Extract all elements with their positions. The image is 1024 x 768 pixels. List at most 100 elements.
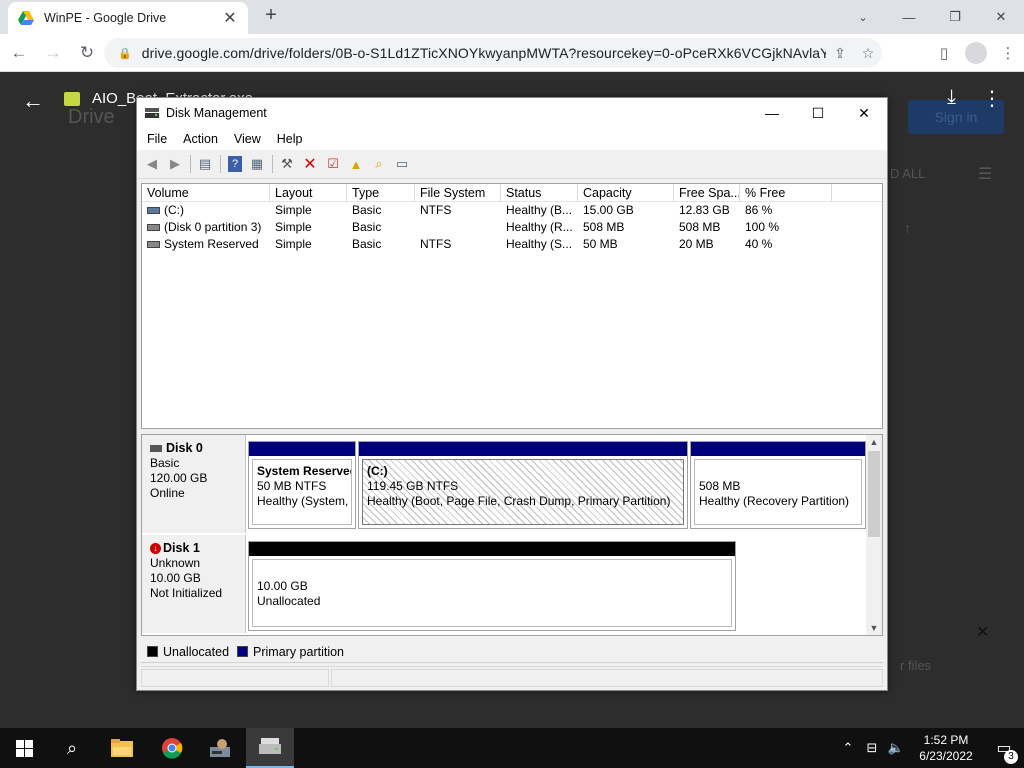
- toolbar-delete-icon[interactable]: ✕: [299, 153, 321, 175]
- volume-name: (Disk 0 partition 3): [164, 220, 262, 234]
- browser-tab[interactable]: WinPE - Google Drive ✕: [8, 2, 248, 34]
- toolbar-check-icon[interactable]: ☑: [322, 153, 344, 175]
- side-panel-icon[interactable]: ▯: [928, 38, 960, 68]
- download-all-text: D ALL: [890, 166, 926, 181]
- toolbar-options-icon[interactable]: ▭: [391, 153, 413, 175]
- dm-minimize-icon[interactable]: —: [749, 98, 795, 128]
- show-hidden-icons-icon[interactable]: ⌃: [836, 740, 860, 756]
- bookmark-star-icon[interactable]: ☆: [854, 45, 882, 62]
- disk-0-info[interactable]: Disk 0 Basic 120.00 GB Online: [142, 435, 246, 533]
- volume-list-pane: Volume Layout Type File System Status Ca…: [141, 183, 883, 429]
- partition-unallocated[interactable]: 10.00 GB Unallocated: [248, 541, 736, 631]
- notification-badge: 3: [1004, 750, 1018, 764]
- reload-icon[interactable]: ↻: [72, 38, 102, 68]
- layout-cell: Simple: [275, 203, 312, 217]
- scroll-up-icon[interactable]: ▲: [866, 437, 882, 447]
- toolbar-back-icon[interactable]: ◀: [141, 153, 163, 175]
- tab-close-icon[interactable]: ✕: [222, 8, 238, 28]
- toolbar-help-icon[interactable]: ?: [228, 156, 242, 172]
- toolbar-list-icon[interactable]: ▤: [194, 153, 216, 175]
- col-free-space[interactable]: Free Spa...: [674, 184, 740, 201]
- partition-c-drive[interactable]: (C:) 119.45 GB NTFS Healthy (Boot, Page …: [358, 441, 688, 529]
- tab-search-icon[interactable]: ⌄: [840, 0, 886, 34]
- col-type[interactable]: Type: [347, 184, 415, 201]
- toolbar-search-folder-icon[interactable]: ⌕: [368, 153, 390, 175]
- viewer-back-icon[interactable]: ←: [22, 88, 44, 114]
- volume-row[interactable]: (C:) Simple Basic NTFS Healthy (B... 15.…: [142, 202, 882, 219]
- system-tray: ⌃ ⊟ 🔈 1:52 PM 6/23/2022 ▭ 3: [836, 728, 1024, 768]
- disk-1-info[interactable]: ↓ Disk 1 Unknown 10.00 GB Not Initialized: [142, 535, 246, 633]
- admin-tool-icon[interactable]: [196, 728, 244, 768]
- back-icon[interactable]: ←: [4, 38, 34, 68]
- partition-bar: [359, 442, 687, 456]
- toolbar-forward-icon[interactable]: ▶: [164, 153, 186, 175]
- lock-icon[interactable]: 🔒: [118, 47, 132, 60]
- volume-row[interactable]: (Disk 0 partition 3) Simple Basic Health…: [142, 219, 882, 236]
- status-segment: [141, 669, 329, 687]
- url-text[interactable]: drive.google.com/drive/folders/0B-o-S1Ld…: [142, 45, 826, 61]
- disk-pane-scrollbar[interactable]: ▲ ▼: [866, 435, 882, 635]
- menu-file[interactable]: File: [141, 132, 173, 146]
- scroll-thumb[interactable]: [868, 451, 880, 537]
- legend-swatch-primary: [237, 646, 249, 657]
- col-volume[interactable]: Volume: [142, 184, 270, 201]
- menu-help[interactable]: Help: [271, 132, 309, 146]
- col-percent-free[interactable]: % Free: [740, 184, 832, 201]
- scroll-down-icon[interactable]: ▼: [866, 623, 882, 633]
- volume-cell: System Reserved: [142, 236, 270, 253]
- partition-bar: [249, 442, 355, 456]
- start-button[interactable]: [0, 728, 48, 768]
- clock[interactable]: 1:52 PM 6/23/2022: [908, 732, 984, 764]
- col-capacity[interactable]: Capacity: [578, 184, 674, 201]
- notification-center-icon[interactable]: ▭ 3: [984, 738, 1024, 764]
- tab-title: WinPE - Google Drive: [44, 11, 167, 25]
- close-icon[interactable]: ✕: [978, 0, 1024, 34]
- minimize-icon[interactable]: —: [886, 0, 932, 34]
- dm-maximize-icon[interactable]: ☐: [795, 98, 841, 128]
- new-tab-icon[interactable]: +: [260, 4, 282, 27]
- profile-avatar[interactable]: [965, 42, 987, 64]
- forward-icon[interactable]: →: [38, 38, 68, 68]
- network-icon[interactable]: ⊟: [860, 740, 884, 756]
- volume-name: (C:): [164, 203, 184, 217]
- dm-window-controls: — ☐ ✕: [749, 98, 887, 128]
- toolbar-properties-icon[interactable]: ▦: [246, 153, 268, 175]
- close-banner-icon[interactable]: ✕: [976, 622, 989, 642]
- partition-system-reserved[interactable]: System Reserved 50 MB NTFS Healthy (Syst…: [248, 441, 356, 529]
- download-icon[interactable]: ⤓: [947, 86, 956, 109]
- col-status[interactable]: Status: [501, 184, 578, 201]
- col-file-system[interactable]: File System: [415, 184, 501, 201]
- partition-recovery[interactable]: 508 MB Healthy (Recovery Partition): [690, 441, 866, 529]
- windows-taskbar: ⌕ ⌃ ⊟ 🔈 1:52 PM 6/23/2022 ▭ 3: [0, 728, 1024, 768]
- volume-icon[interactable]: 🔈: [884, 740, 908, 756]
- status-segment: [331, 669, 883, 687]
- col-layout[interactable]: Layout: [270, 184, 347, 201]
- volume-cell: (C:): [142, 202, 270, 219]
- more-options-icon[interactable]: ⋮: [982, 86, 1002, 111]
- toolbar-folder-up-icon[interactable]: ▲: [345, 153, 367, 175]
- dm-close-icon[interactable]: ✕: [841, 98, 887, 128]
- chrome-icon[interactable]: [148, 728, 196, 768]
- free-cell: 508 MB: [679, 220, 721, 234]
- capacity-cell: 508 MB: [583, 220, 625, 234]
- search-icon[interactable]: ⌕: [48, 728, 96, 768]
- menu-action[interactable]: Action: [177, 132, 224, 146]
- chrome-menu-icon[interactable]: ⋮: [992, 38, 1024, 68]
- disk-0-row: Disk 0 Basic 120.00 GB Online System Res…: [142, 435, 866, 533]
- share-icon[interactable]: ⇪: [826, 45, 854, 62]
- disk-management-taskbar-icon[interactable]: [246, 728, 294, 768]
- address-bar[interactable]: 🔒 drive.google.com/drive/folders/0B-o-S1…: [104, 38, 882, 68]
- menu-view[interactable]: View: [228, 132, 267, 146]
- files-text: r files: [900, 658, 932, 673]
- file-explorer-icon[interactable]: [98, 728, 146, 768]
- toolbar-connect-icon[interactable]: ⚒: [276, 153, 298, 175]
- partition-status: Healthy (Boot, Page File, Crash Dump, Pr…: [367, 494, 671, 508]
- toolbar-separator: [190, 155, 191, 173]
- type-cell: Basic: [352, 237, 382, 251]
- partition-size: 508 MB: [699, 479, 741, 493]
- restore-icon[interactable]: ❐: [932, 0, 978, 34]
- pct-cell: 40 %: [745, 237, 773, 251]
- legend-label: Primary partition: [253, 644, 345, 659]
- layout-cell: Simple: [275, 220, 312, 234]
- volume-row[interactable]: System Reserved Simple Basic NTFS Health…: [142, 236, 882, 253]
